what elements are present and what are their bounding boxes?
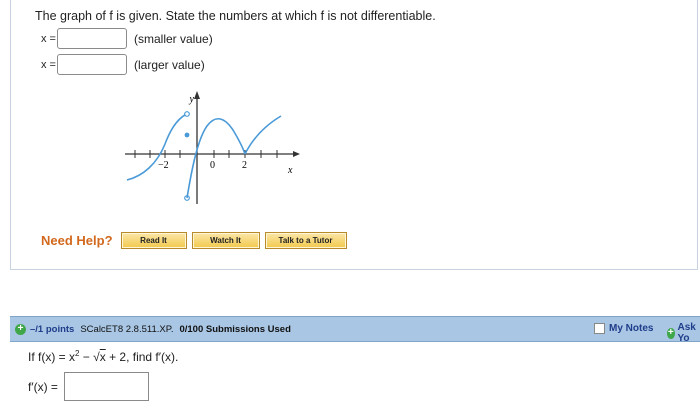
y-axis-label: y (189, 94, 195, 105)
smaller-value-input[interactable] (57, 28, 127, 49)
answer-label: x = (41, 32, 56, 45)
expand-plus-icon[interactable]: + (15, 323, 26, 335)
smaller-value-hint: (smaller value) (134, 31, 213, 46)
notes-checkbox-icon (594, 322, 605, 334)
q2-prefix: If f(x) = x (28, 350, 76, 364)
points-label: –/1 points (30, 323, 75, 335)
q2-suffix: + 2, find f′(x). (105, 350, 179, 364)
larger-value-hint: (larger value) (134, 57, 205, 72)
y-axis-arrow (194, 91, 200, 99)
derivative-input[interactable] (63, 372, 149, 401)
watch-it-button[interactable]: Watch It (191, 232, 260, 249)
ask-plus-icon: + (667, 327, 675, 339)
question-code: SCalcET8 2.8.511.XP. (80, 323, 174, 335)
derivative-label: f′(x) = (28, 379, 58, 394)
open-point-upper (184, 111, 190, 117)
question-2-prompt: If f(x) = x2 − √x + 2, find f′(x). (28, 349, 178, 364)
tick-label-neg2: −2 (158, 160, 169, 171)
derivative-answer-row: f′(x) = (28, 372, 149, 401)
larger-value-input[interactable] (57, 54, 127, 75)
answer-row-smaller: x = (smaller value) (41, 28, 213, 49)
tick-label-2: 2 (242, 160, 247, 171)
function-graph: y x −2 0 2 (125, 91, 300, 204)
curve-middle-branch (186, 118, 246, 199)
my-notes-label: My Notes (609, 322, 654, 334)
my-notes-button[interactable]: My Notes (594, 321, 653, 335)
need-help-section: Need Help? Read It Watch It Talk to a Tu… (41, 232, 352, 249)
read-it-button[interactable]: Read It (120, 232, 187, 249)
question-panel: The graph of f is given. State the numbe… (10, 0, 698, 270)
ask-label: Ask Yo (677, 322, 696, 344)
question-header-bar: + –/1 points SCalcET8 2.8.511.XP. 0/100 … (10, 316, 700, 344)
x-axis-label: x (287, 165, 293, 176)
q2-minus-sqrt: − √ (79, 350, 100, 364)
question-prompt: The graph of f is given. State the numbe… (35, 9, 436, 23)
curve-right-branch (244, 115, 282, 155)
closed-point (184, 132, 190, 138)
need-help-title: Need Help? (41, 233, 113, 248)
answer-label: x = (41, 58, 56, 71)
tick-label-0: 0 (210, 160, 215, 171)
talk-to-tutor-button[interactable]: Talk to a Tutor (264, 232, 347, 249)
submissions-count: 0/100 Submissions Used (179, 323, 291, 335)
ask-your-teacher-button[interactable]: + Ask Yo (667, 322, 700, 344)
answer-row-larger: x = (larger value) (41, 54, 205, 75)
x-axis-arrow (293, 151, 300, 157)
curve-left-branch (126, 113, 188, 181)
